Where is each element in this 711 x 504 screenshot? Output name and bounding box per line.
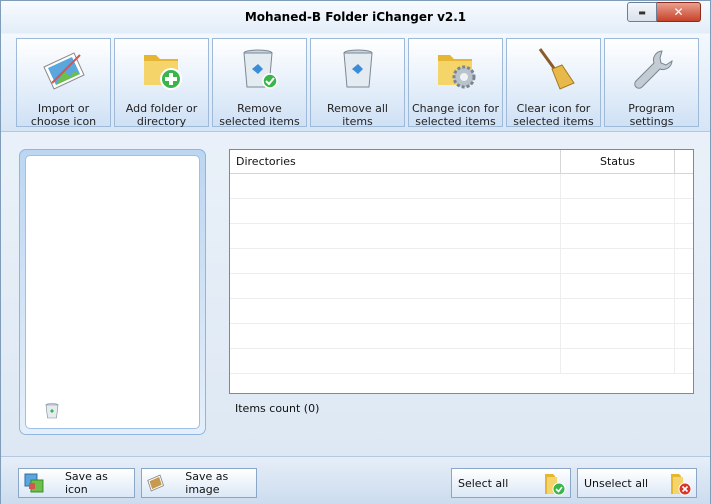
- table-row: [230, 349, 693, 374]
- title-bar[interactable]: Mohaned-B Folder iChanger v2.1 ▬ ✕: [1, 1, 710, 33]
- main-toolbar: Import or choose icon Add folder or direct…: [1, 34, 710, 132]
- column-header-status[interactable]: Status: [561, 150, 675, 173]
- save-as-icon-label: Save as icon: [64, 470, 108, 496]
- clear-icon-button[interactable]: Clear icon for selected items: [506, 38, 601, 128]
- select-all-label: Select all: [458, 476, 509, 490]
- minimize-icon: ▬: [638, 7, 646, 17]
- table-row: [230, 274, 693, 299]
- image-icon: [147, 474, 165, 492]
- table-row: [230, 224, 693, 249]
- table-row: [230, 174, 693, 199]
- directories-list[interactable]: Directories Status: [229, 149, 694, 394]
- window-controls: ▬ ✕: [627, 2, 701, 22]
- change-icon-label: Change icon for selected items: [411, 102, 500, 128]
- items-count-label: Items count (0): [235, 402, 320, 415]
- broom-icon: [538, 48, 575, 90]
- folder-remove-icon: [671, 474, 692, 496]
- unselect-all-label: Unselect all: [584, 476, 649, 490]
- folder-gear-icon: [437, 55, 475, 89]
- program-settings-button[interactable]: Program settings: [604, 38, 699, 128]
- close-icon: ✕: [673, 5, 684, 19]
- save-icon-icon: [24, 473, 44, 493]
- clear-icon-label: Clear icon for selected items: [513, 102, 594, 128]
- import-icon-button[interactable]: Import or choose icon: [16, 38, 111, 128]
- recycle-bin-icon: [342, 49, 373, 88]
- recycle-bin-check-icon: [242, 49, 278, 89]
- app-window: Mohaned-B Folder iChanger v2.1 ▬ ✕ Impor…: [0, 0, 711, 504]
- image-import-icon: [42, 52, 85, 90]
- recycle-bin-small-icon: [45, 403, 59, 419]
- import-label: Import or choose icon: [30, 102, 97, 128]
- remove-all-label: Remove all items: [327, 102, 388, 128]
- add-folder-label: Add folder or directory: [125, 102, 198, 128]
- remove-selected-label: Remove selected items: [219, 102, 300, 128]
- list-header: Directories Status: [230, 150, 693, 174]
- icon-preview-panel: [19, 149, 206, 435]
- table-row: [230, 199, 693, 224]
- save-as-image-button[interactable]: Save as image: [141, 468, 257, 498]
- remove-selected-button[interactable]: Remove selected items: [212, 38, 307, 128]
- add-folder-icon: [143, 55, 182, 90]
- unselect-all-button[interactable]: Unselect all: [577, 468, 697, 498]
- select-all-button[interactable]: Select all: [451, 468, 571, 498]
- add-folder-button[interactable]: Add folder or directory: [114, 38, 209, 128]
- table-row: [230, 299, 693, 324]
- change-icon-button[interactable]: Change icon for selected items: [408, 38, 503, 128]
- wrench-icon: [633, 50, 673, 89]
- save-as-image-label: Save as image: [185, 470, 229, 496]
- window-title: Mohaned-B Folder iChanger v2.1: [244, 10, 467, 24]
- table-row: [230, 249, 693, 274]
- minimize-button[interactable]: ▬: [627, 2, 657, 22]
- close-button[interactable]: ✕: [657, 2, 701, 22]
- folder-check-icon: [545, 474, 566, 496]
- icon-preview-area[interactable]: [25, 155, 200, 429]
- bottom-action-bar: Save as icon Save as image Select all Un…: [1, 456, 710, 504]
- program-settings-label: Program settings: [628, 102, 675, 128]
- save-as-icon-button[interactable]: Save as icon: [18, 468, 135, 498]
- remove-all-button[interactable]: Remove all items: [310, 38, 405, 128]
- table-row: [230, 324, 693, 349]
- column-header-directories[interactable]: Directories: [230, 150, 561, 173]
